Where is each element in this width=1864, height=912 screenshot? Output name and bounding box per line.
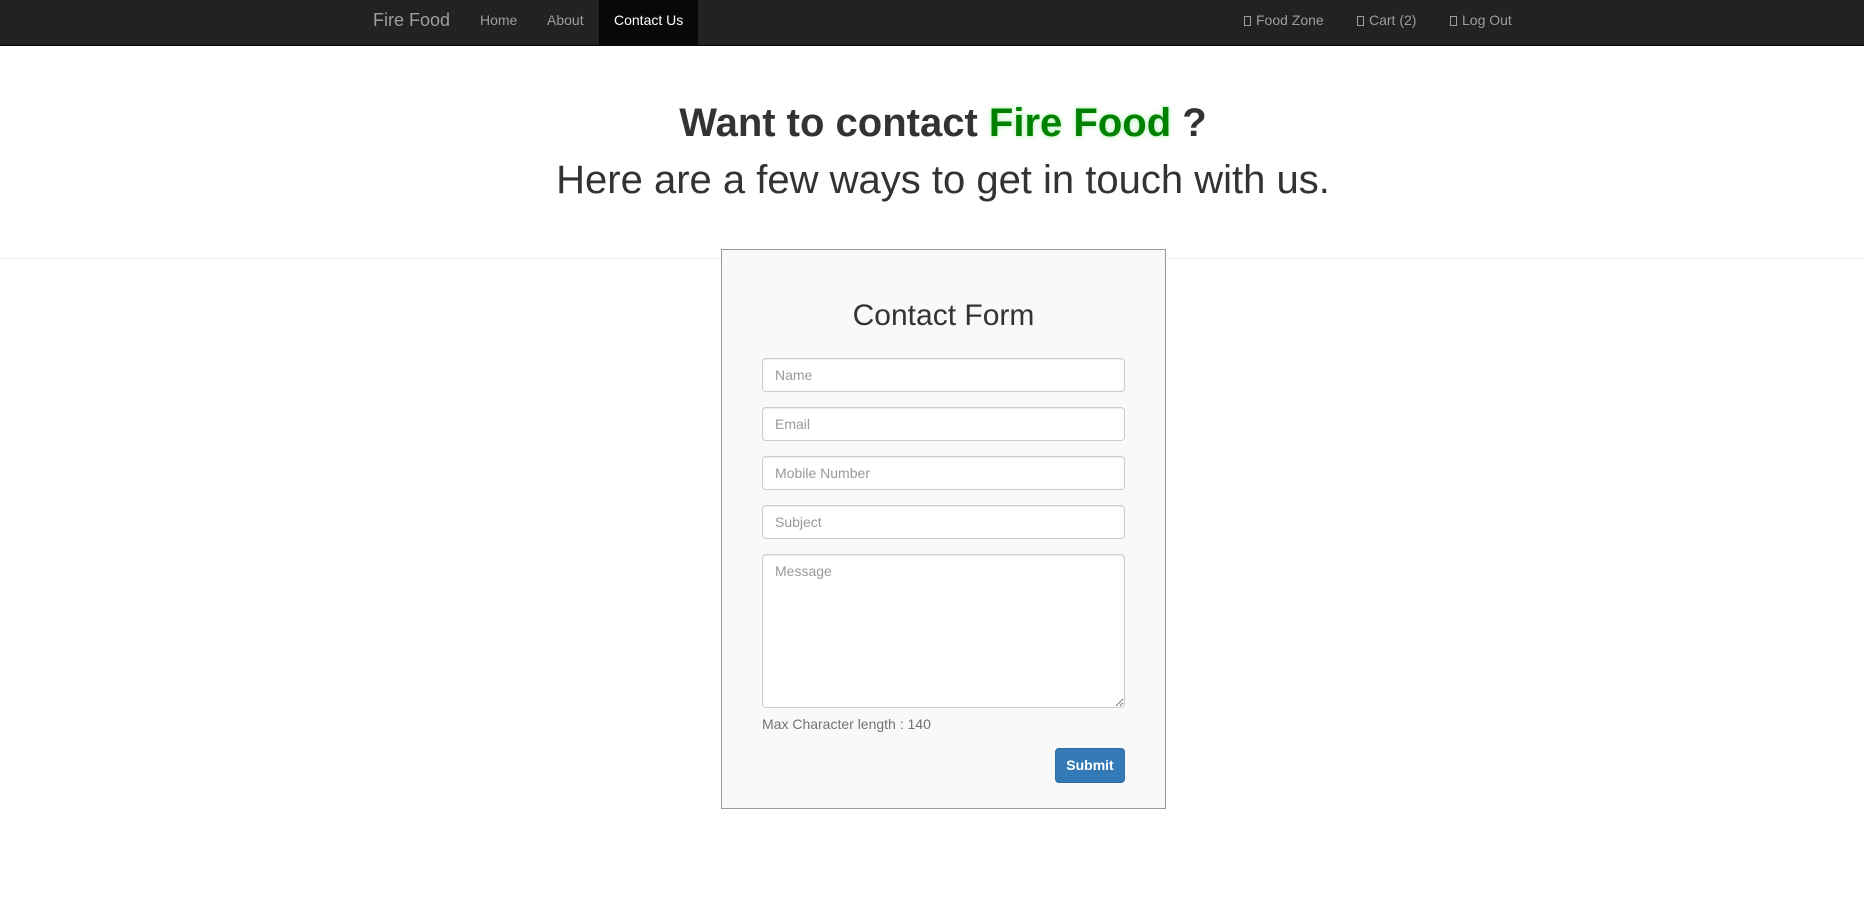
nav-logout-link[interactable]: Log Out (1435, 0, 1527, 45)
submit-button[interactable]: Submit (1055, 748, 1125, 783)
contact-form-card: Contact Form Max Character length : 140 … (721, 249, 1166, 809)
subject-input[interactable] (762, 505, 1125, 539)
hero-title: Want to contact Fire Food ? (0, 98, 1864, 148)
nav-about-link[interactable]: About (532, 0, 599, 45)
logout-icon (1450, 16, 1457, 26)
brand-link[interactable]: Fire Food (373, 0, 450, 46)
nav-home-link[interactable]: Home (465, 0, 532, 45)
hero-subtitle: Here are a few ways to get in touch with… (556, 158, 1330, 202)
cart-icon (1357, 16, 1364, 26)
max-length-hint: Max Character length : 140 (762, 716, 931, 732)
email-input[interactable] (762, 407, 1125, 441)
mobile-number-input[interactable] (762, 456, 1125, 490)
name-input[interactable] (762, 358, 1125, 392)
message-textarea[interactable] (762, 554, 1125, 708)
hero-title-suffix: ? (1182, 101, 1207, 145)
hero-title-prefix: Want to contact (679, 101, 978, 145)
nav-food-zone-link[interactable]: Food Zone (1229, 0, 1339, 45)
nav-contact-us-link[interactable]: Contact Us (599, 0, 699, 45)
hero-title-brand: Fire Food (988, 101, 1172, 145)
nav-logout-label: Log Out (1462, 12, 1512, 28)
top-navbar: Fire Food Home About Contact Us Food Zon… (0, 0, 1864, 46)
food-zone-icon (1244, 16, 1251, 26)
nav-food-zone-label: Food Zone (1256, 12, 1324, 28)
nav-cart-label: Cart (2) (1369, 12, 1417, 28)
contact-form-title: Contact Form (852, 299, 1035, 332)
nav-cart-link[interactable]: Cart (2) (1342, 0, 1431, 45)
